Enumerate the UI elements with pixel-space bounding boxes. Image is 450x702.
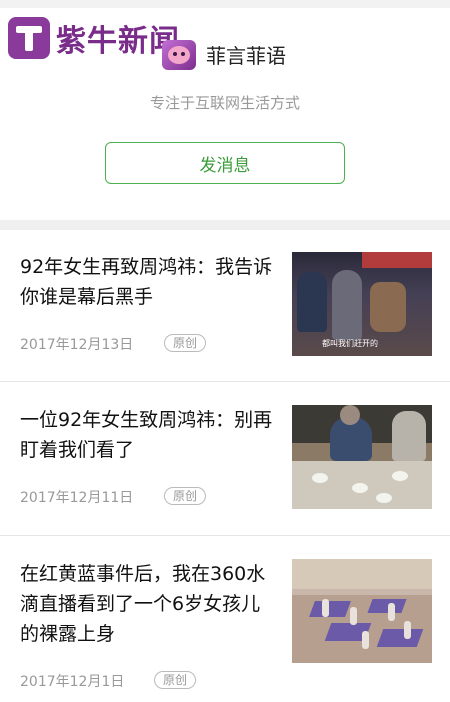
account-slogan: 专注于互联网生活方式 xyxy=(149,94,300,112)
row-separator xyxy=(0,535,450,536)
article-title[interactable]: 在红黄蓝事件后，我在360水滴直播看到了一个6岁女孩儿的裸露上身 xyxy=(20,559,275,649)
article-thumbnail[interactable] xyxy=(292,405,432,509)
section-divider xyxy=(0,220,450,230)
original-badge: 原创 xyxy=(154,671,197,689)
article-title[interactable]: 92年女生再致周鸿祎：我告诉你谁是幕后黑手 xyxy=(20,252,275,312)
row-separator xyxy=(0,381,450,382)
account-name: 菲言菲语 xyxy=(206,44,286,68)
article-title[interactable]: 一位92年女生致周鸿祎：别再盯着我们看了 xyxy=(20,405,275,465)
article-item[interactable]: 92年女生再致周鸿祎：我告诉你谁是幕后黑手 2017年12月13日 原创 都叫我… xyxy=(0,230,450,382)
article-item[interactable]: 在红黄蓝事件后，我在360水滴直播看到了一个6岁女孩儿的裸露上身 2017年12… xyxy=(0,537,450,690)
send-message-button[interactable]: 发消息 xyxy=(105,142,345,184)
article-item[interactable]: 一位92年女生致周鸿祎：别再盯着我们看了 2017年12月11日 原创 xyxy=(0,383,450,535)
watermark-logo-icon xyxy=(8,17,50,59)
article-date: 2017年12月1日 xyxy=(20,674,125,690)
account-avatar[interactable] xyxy=(162,40,196,70)
article-date: 2017年12月11日 xyxy=(20,490,134,506)
article-thumbnail[interactable] xyxy=(292,559,432,663)
article-date: 2017年12月13日 xyxy=(20,337,134,353)
article-list-page: 紫牛新闻 菲言菲语 专注于互联网生活方式 发消息 92年女生再致周鸿祎：我告诉你… xyxy=(0,0,450,702)
thumbnail-caption: 都叫我们赶开的 xyxy=(322,339,378,348)
top-gray-strip xyxy=(0,0,450,8)
original-badge: 原创 xyxy=(164,334,207,352)
article-thumbnail[interactable]: 都叫我们赶开的 xyxy=(292,252,432,356)
watermark: 紫牛新闻 xyxy=(8,16,180,60)
original-badge: 原创 xyxy=(164,487,207,505)
